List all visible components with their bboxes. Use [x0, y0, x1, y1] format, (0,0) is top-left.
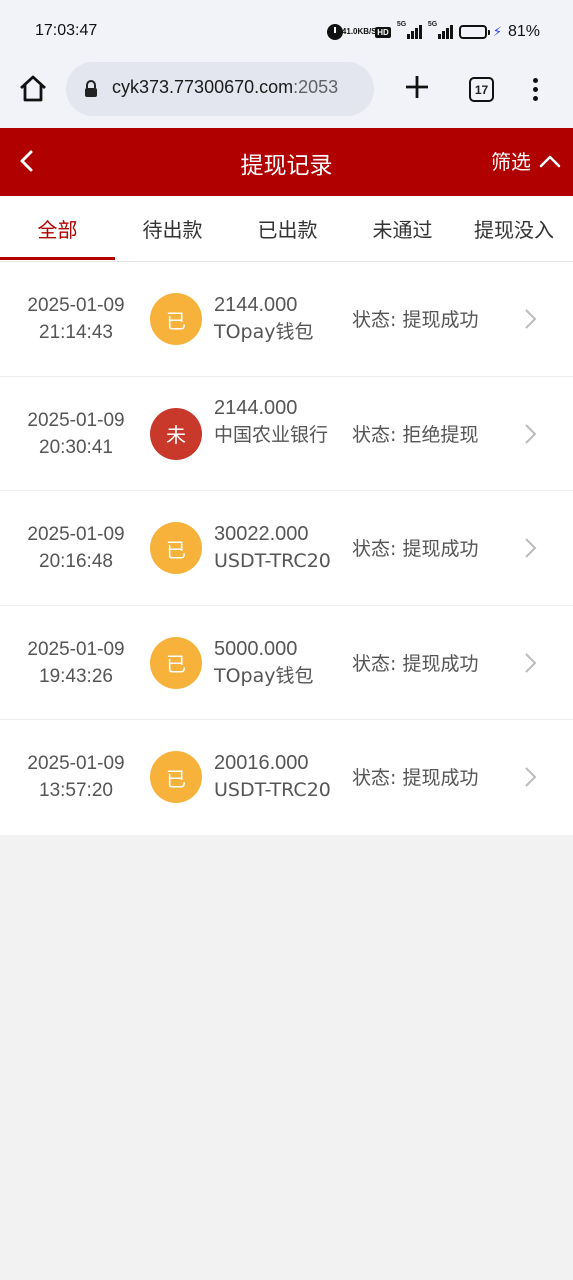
hd-icon: HD [375, 26, 391, 38]
charging-icon: ⚡ [492, 24, 502, 40]
tab-bar: 全部 待出款 已出款 未通过 提现没入 [0, 196, 573, 262]
list-item[interactable]: 2025-01-09 21:14:43 已 2144.000 TOpay钱包 状态:… [0, 262, 573, 377]
record-method: TOpay钱包 [214, 321, 314, 343]
record-amount-block: 2144.000 中国农业银行 [214, 395, 344, 449]
status-label: 状态: [352, 309, 397, 331]
tab-pending[interactable]: 待出款 [115, 196, 230, 261]
home-icon[interactable] [18, 74, 48, 104]
status-bar: 17:03:47 41.0 KB/S HD 5G 5G ⚡ 81% [0, 0, 573, 62]
status-label: 状态: [352, 538, 397, 560]
page-title: 提现记录 [240, 153, 333, 179]
record-time: 19:43:26 [39, 665, 113, 687]
status-value: 提现成功 [402, 767, 479, 789]
clock: 17:03:47 [35, 22, 98, 39]
more-menu-icon[interactable] [526, 76, 546, 104]
status-icons: 41.0 KB/S HD 5G 5G ⚡ 81% [327, 20, 540, 44]
status-value: 提现成功 [402, 652, 479, 675]
signal-5g-icon-2: 5G [428, 21, 453, 39]
tab-paid[interactable]: 已出款 [230, 196, 345, 261]
list-item[interactable]: 2025-01-09 20:16:48 已 30022.000 USDT-TRC20… [0, 491, 573, 606]
record-amount-block: 5000.000 TOpay钱包 [214, 636, 344, 690]
lock-icon [85, 80, 97, 97]
status-label: 状态: [352, 423, 397, 446]
record-datetime: 2025-01-09 19:43:26 [0, 636, 152, 690]
record-amount-block: 2144.000 TOpay钱包 [214, 292, 344, 346]
url-port: :2053 [293, 77, 339, 97]
withdrawal-list: 2025-01-09 21:14:43 已 2144.000 TOpay钱包 状态:… [0, 262, 573, 835]
status-label: 状态: [352, 652, 397, 675]
record-method: USDT-TRC20 [214, 779, 331, 801]
battery-percent: 81% [507, 23, 540, 40]
record-amount: 20016.000 [214, 752, 309, 774]
status-badge: 已 [150, 522, 202, 574]
chevron-right-icon [525, 309, 537, 329]
chevron-right-icon [525, 652, 537, 673]
record-datetime: 2025-01-09 13:57:20 [0, 750, 152, 804]
record-amount: 2144.000 [214, 294, 298, 316]
new-tab-icon[interactable] [404, 74, 430, 100]
battery-icon [458, 25, 490, 39]
chevron-right-icon [525, 538, 537, 558]
signal-5g-icon: 5G [397, 21, 422, 39]
record-amount-block: 20016.000 USDT-TRC20 [214, 750, 344, 804]
network-speed: 41.0 KB/S [342, 28, 377, 36]
record-status: 状态: 提现成功 [352, 649, 478, 676]
chevron-right-icon [525, 767, 537, 787]
status-value: 拒绝提现 [402, 423, 479, 446]
record-time: 20:30:41 [39, 436, 113, 458]
record-date: 2025-01-09 [27, 524, 125, 545]
list-item[interactable]: 2025-01-09 20:30:41 未 2144.000 中国农业银行 状态: … [0, 377, 573, 491]
record-time: 21:14:43 [39, 322, 113, 343]
network-speed-value: 41.0 [341, 27, 358, 36]
record-method: TOpay钱包 [214, 664, 314, 687]
record-status: 状态: 拒绝提现 [352, 420, 478, 447]
chevron-right-icon [525, 423, 537, 444]
record-method: 中国农业银行 [214, 423, 329, 446]
record-date: 2025-01-09 [27, 753, 125, 774]
record-time: 13:57:20 [39, 780, 113, 801]
status-badge: 已 [150, 636, 202, 689]
status-value: 提现成功 [402, 309, 479, 331]
record-status: 状态: 提现成功 [352, 763, 478, 790]
browser-toolbar: cyk373.77300670.com:2053 17 [0, 62, 573, 128]
record-amount: 5000.000 [214, 637, 298, 660]
record-datetime: 2025-01-09 20:16:48 [0, 521, 152, 575]
status-value: 提现成功 [402, 538, 479, 560]
status-label: 状态: [352, 767, 397, 789]
list-item[interactable]: 2025-01-09 13:57:20 已 20016.000 USDT-TRC20… [0, 720, 573, 835]
record-date: 2025-01-09 [27, 409, 125, 431]
record-date: 2025-01-09 [27, 638, 125, 660]
tab-switcher-button[interactable]: 17 [469, 77, 494, 102]
filter-label: 筛选 [491, 150, 531, 174]
record-datetime: 2025-01-09 20:30:41 [0, 407, 152, 461]
status-badge: 已 [150, 751, 202, 803]
chevron-up-icon [539, 155, 561, 167]
record-amount-block: 30022.000 USDT-TRC20 [214, 521, 344, 575]
record-method: USDT-TRC20 [214, 550, 331, 572]
status-badge: 未 [150, 407, 202, 460]
list-item[interactable]: 2025-01-09 19:43:26 已 5000.000 TOpay钱包 状态:… [0, 606, 573, 720]
record-amount: 2144.000 [214, 396, 298, 419]
url-text: cyk373.77300670.com:2053 [112, 77, 338, 98]
network-speed-unit: KB/S [357, 27, 377, 36]
record-datetime: 2025-01-09 21:14:43 [0, 292, 152, 346]
tab-not-credited[interactable]: 提现没入 [460, 196, 573, 261]
filter-button[interactable]: 筛选 [491, 146, 561, 175]
alarm-icon [327, 24, 344, 40]
tab-all[interactable]: 全部 [0, 196, 115, 261]
record-status: 状态: 提现成功 [352, 305, 478, 332]
address-bar[interactable]: cyk373.77300670.com:2053 [66, 62, 374, 116]
status-badge: 已 [150, 293, 202, 345]
record-amount: 30022.000 [214, 523, 309, 545]
tab-rejected[interactable]: 未通过 [345, 196, 460, 261]
record-time: 20:16:48 [39, 551, 113, 572]
active-tab-indicator [0, 257, 115, 260]
app-header: 提现记录 筛选 [0, 128, 573, 196]
record-date: 2025-01-09 [27, 295, 125, 316]
record-status: 状态: 提现成功 [352, 534, 478, 561]
url-host: cyk373.77300670.com [112, 77, 294, 97]
